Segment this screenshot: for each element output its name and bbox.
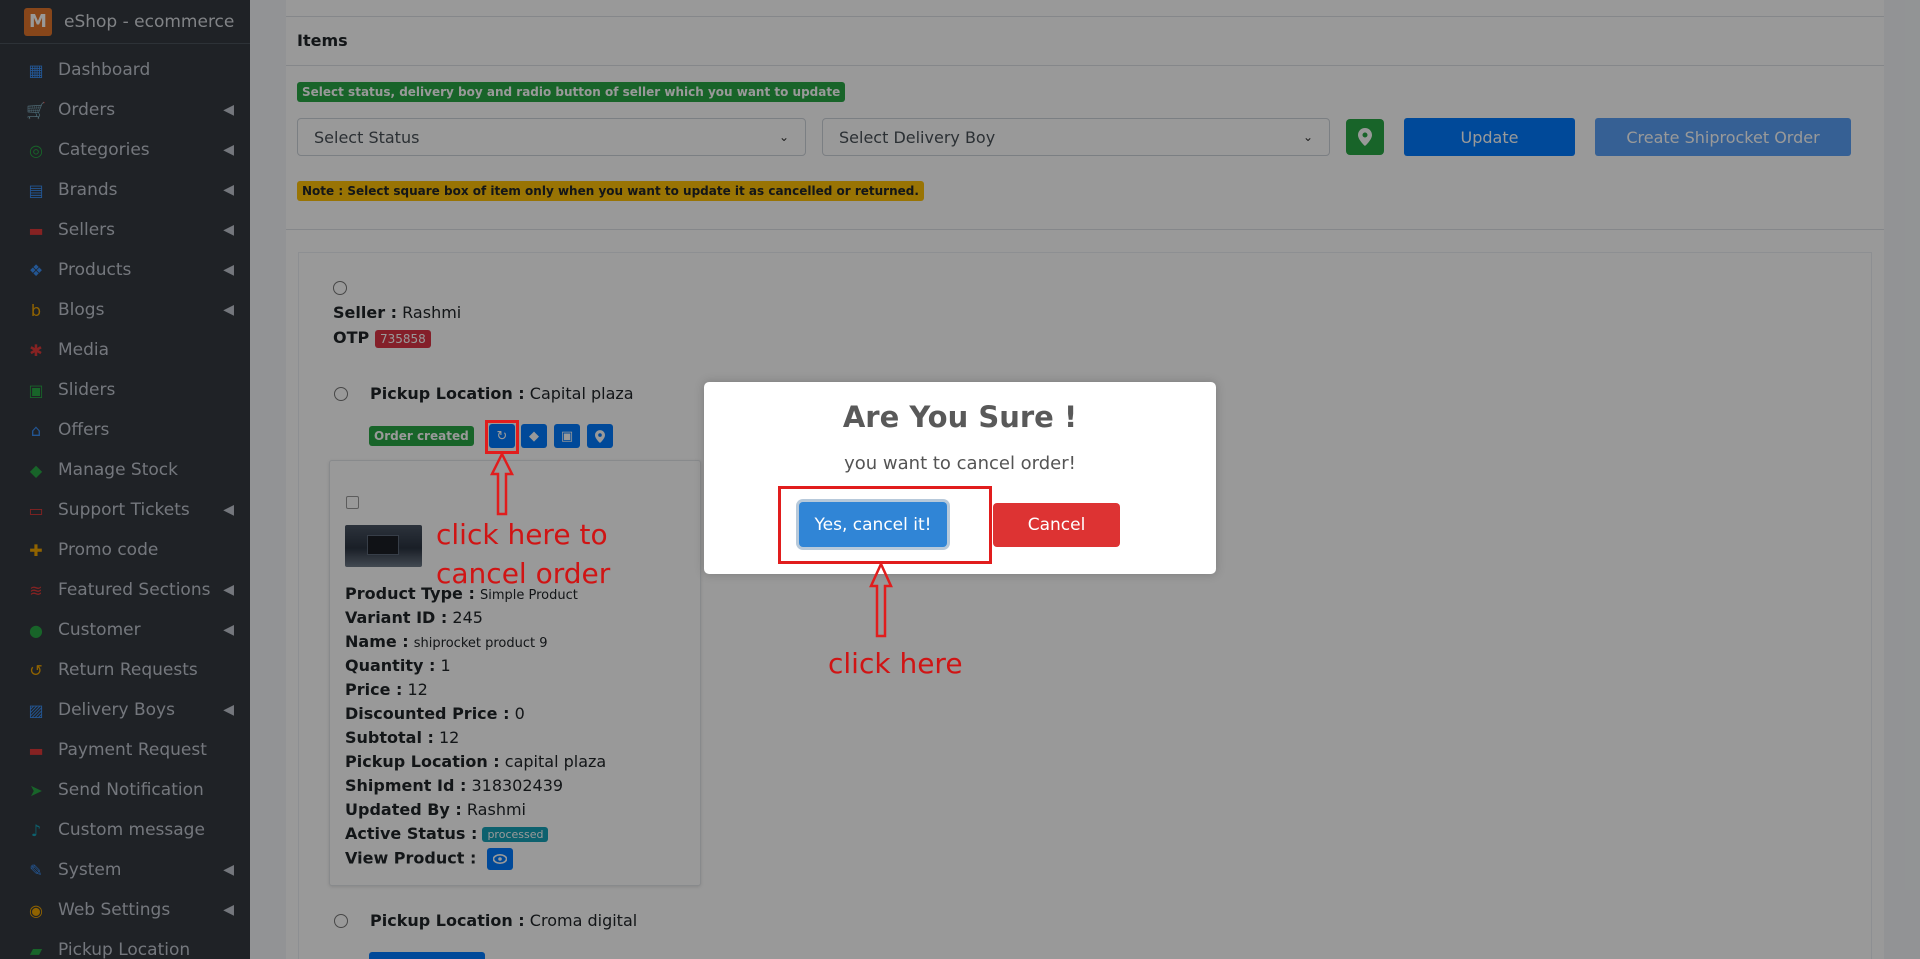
dismiss-button[interactable]: Cancel [993,503,1120,547]
annotation-highlight-cancel [485,420,519,454]
annotation-arrow-up-icon [490,452,514,516]
annotation-arrow-up-icon [869,562,893,638]
annotation-cancel-hint-1: click here to [436,518,608,551]
annotation-cancel-hint-2: cancel order [436,557,611,590]
annotation-highlight-confirm [778,486,992,564]
annotation-confirm-hint: click here [828,647,963,680]
dialog-text: you want to cancel order! [844,453,1076,474]
dialog-title: Are You Sure ! [842,400,1078,434]
